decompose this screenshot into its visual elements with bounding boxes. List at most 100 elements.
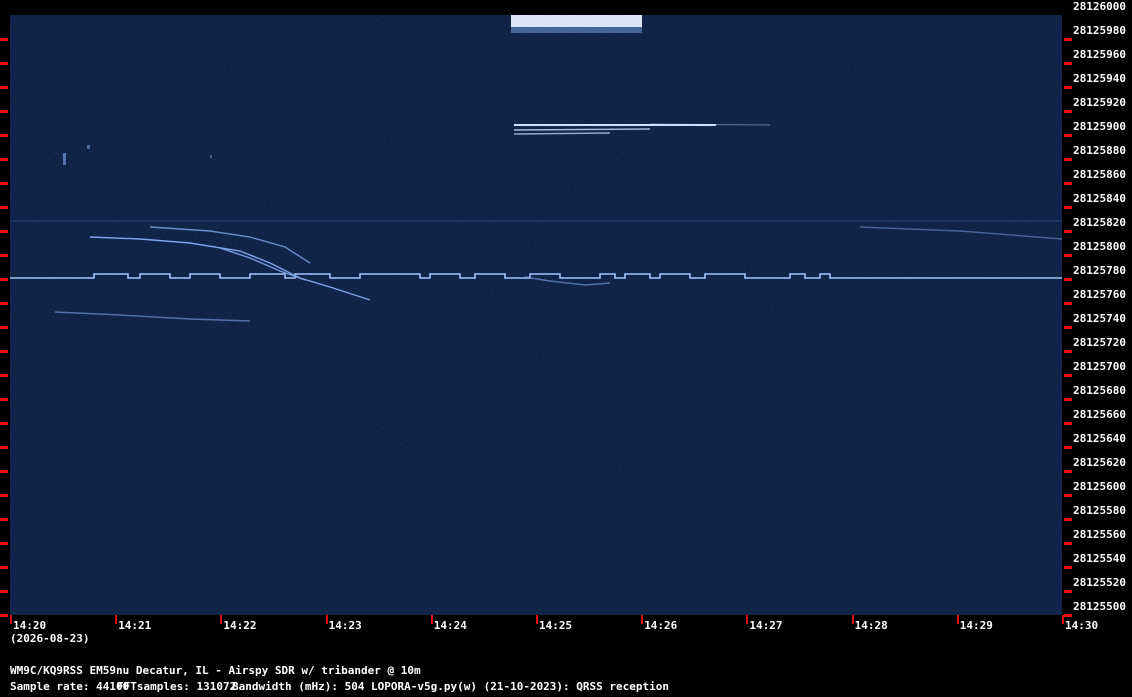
frequency-tick — [0, 422, 8, 425]
frequency-label: 28125780 — [1073, 264, 1126, 277]
frequency-tick — [0, 134, 8, 137]
frequency-tick — [1064, 230, 1072, 233]
frequency-tick — [0, 254, 8, 257]
time-tick — [325, 615, 328, 624]
frequency-label: 28125880 — [1073, 144, 1126, 157]
frequency-label: 28125700 — [1073, 360, 1126, 373]
time-label: 14:20 — [13, 619, 47, 632]
signal-burst-top — [511, 15, 642, 27]
bandwidth: Bandwidth (mHz): 504 — [232, 680, 365, 693]
time-tick — [1062, 615, 1064, 624]
frequency-tick — [1064, 542, 1072, 545]
frequency-label: 28125720 — [1073, 336, 1126, 349]
frequency-label: 28125560 — [1073, 528, 1126, 541]
frequency-label: 28125680 — [1073, 384, 1126, 397]
frequency-tick — [0, 38, 8, 41]
frequency-label: 28125920 — [1073, 96, 1126, 109]
frequency-tick — [1064, 254, 1072, 257]
frequency-tick — [1064, 326, 1072, 329]
frequency-label: 28125520 — [1073, 576, 1126, 589]
time-tick — [115, 615, 118, 624]
frequency-tick — [0, 182, 8, 185]
time-label: 14:26 — [644, 619, 678, 632]
frequency-label: 28125800 — [1073, 240, 1126, 253]
frequency-tick — [0, 206, 8, 209]
frequency-tick — [1064, 398, 1072, 401]
frequency-label: 28125860 — [1073, 168, 1126, 181]
time-tick — [851, 615, 854, 624]
frequency-label: 28125640 — [1073, 432, 1126, 445]
frequency-label: 28126000 — [1073, 0, 1126, 13]
frequency-label: 28125600 — [1073, 480, 1126, 493]
frequency-tick — [0, 614, 8, 617]
frequency-tick — [1064, 206, 1072, 209]
frequency-tick — [0, 110, 8, 113]
frequency-tick — [0, 398, 8, 401]
frequency-tick — [1064, 614, 1072, 617]
frequency-tick — [1064, 62, 1072, 65]
time-tick — [10, 615, 12, 624]
frequency-tick — [1064, 590, 1072, 593]
frequency-label: 28125840 — [1073, 192, 1126, 205]
frequency-label: 28125960 — [1073, 48, 1126, 61]
software-info: LOPORA-v5g.py(w) (21-10-2023): QRSS rece… — [371, 680, 670, 693]
date-label: (2026-08-23) — [10, 632, 90, 645]
waterfall-spectrogram — [10, 15, 1062, 615]
time-label: 14:23 — [328, 619, 362, 632]
frequency-label: 28125980 — [1073, 24, 1126, 37]
frequency-tick — [1064, 86, 1072, 89]
time-label: 14:22 — [223, 619, 257, 632]
frequency-tick — [0, 302, 8, 305]
frequency-tick — [0, 326, 8, 329]
frequency-tick — [1064, 158, 1072, 161]
frequency-label: 28125540 — [1073, 552, 1126, 565]
fft-samples: FFTsamples: 131072 — [117, 680, 237, 693]
frequency-label: 28125760 — [1073, 288, 1126, 301]
frequency-tick — [1064, 518, 1072, 521]
time-label: 14:25 — [539, 619, 573, 632]
frequency-tick — [1064, 302, 1072, 305]
time-tick — [536, 615, 538, 624]
frequency-tick — [0, 230, 8, 233]
time-label: 14:24 — [433, 619, 467, 632]
frequency-label: 28125660 — [1073, 408, 1126, 421]
frequency-tick — [1064, 182, 1072, 185]
time-tick — [430, 615, 433, 624]
station-info: WM9C/KQ9RSS EM59nu Decatur, IL - Airspy … — [10, 664, 421, 677]
frequency-tick — [1064, 566, 1072, 569]
frequency-tick — [0, 566, 8, 569]
frequency-tick — [0, 374, 8, 377]
frequency-label: 28125500 — [1073, 600, 1126, 613]
frequency-label: 28125900 — [1073, 120, 1126, 133]
time-label: 14:29 — [959, 619, 993, 632]
frequency-tick — [0, 542, 8, 545]
time-label: 14:28 — [854, 619, 888, 632]
frequency-tick — [0, 446, 8, 449]
frequency-tick — [0, 350, 8, 353]
time-tick — [746, 615, 749, 624]
frequency-tick — [1064, 38, 1072, 41]
sample-rate: Sample rate: 44100 — [10, 680, 130, 693]
time-tick — [641, 615, 644, 624]
frequency-tick — [0, 278, 8, 281]
time-label: 14:27 — [749, 619, 783, 632]
time-label: 14:21 — [118, 619, 152, 632]
frequency-tick — [0, 470, 8, 473]
frequency-tick — [1064, 374, 1072, 377]
frequency-label: 28125940 — [1073, 72, 1126, 85]
frequency-tick — [1064, 446, 1072, 449]
frequency-tick — [1064, 350, 1072, 353]
frequency-tick — [0, 590, 8, 593]
frequency-tick — [0, 158, 8, 161]
frequency-tick — [1064, 134, 1072, 137]
frequency-tick — [0, 62, 8, 65]
frequency-tick — [1064, 110, 1072, 113]
frequency-label: 28125580 — [1073, 504, 1126, 517]
frequency-tick — [0, 86, 8, 89]
frequency-label: 28125740 — [1073, 312, 1126, 325]
frequency-label: 28125620 — [1073, 456, 1126, 469]
frequency-tick — [1064, 494, 1072, 497]
frequency-tick — [0, 518, 8, 521]
frequency-tick — [0, 494, 8, 497]
time-label: 14:30 — [1065, 619, 1099, 632]
